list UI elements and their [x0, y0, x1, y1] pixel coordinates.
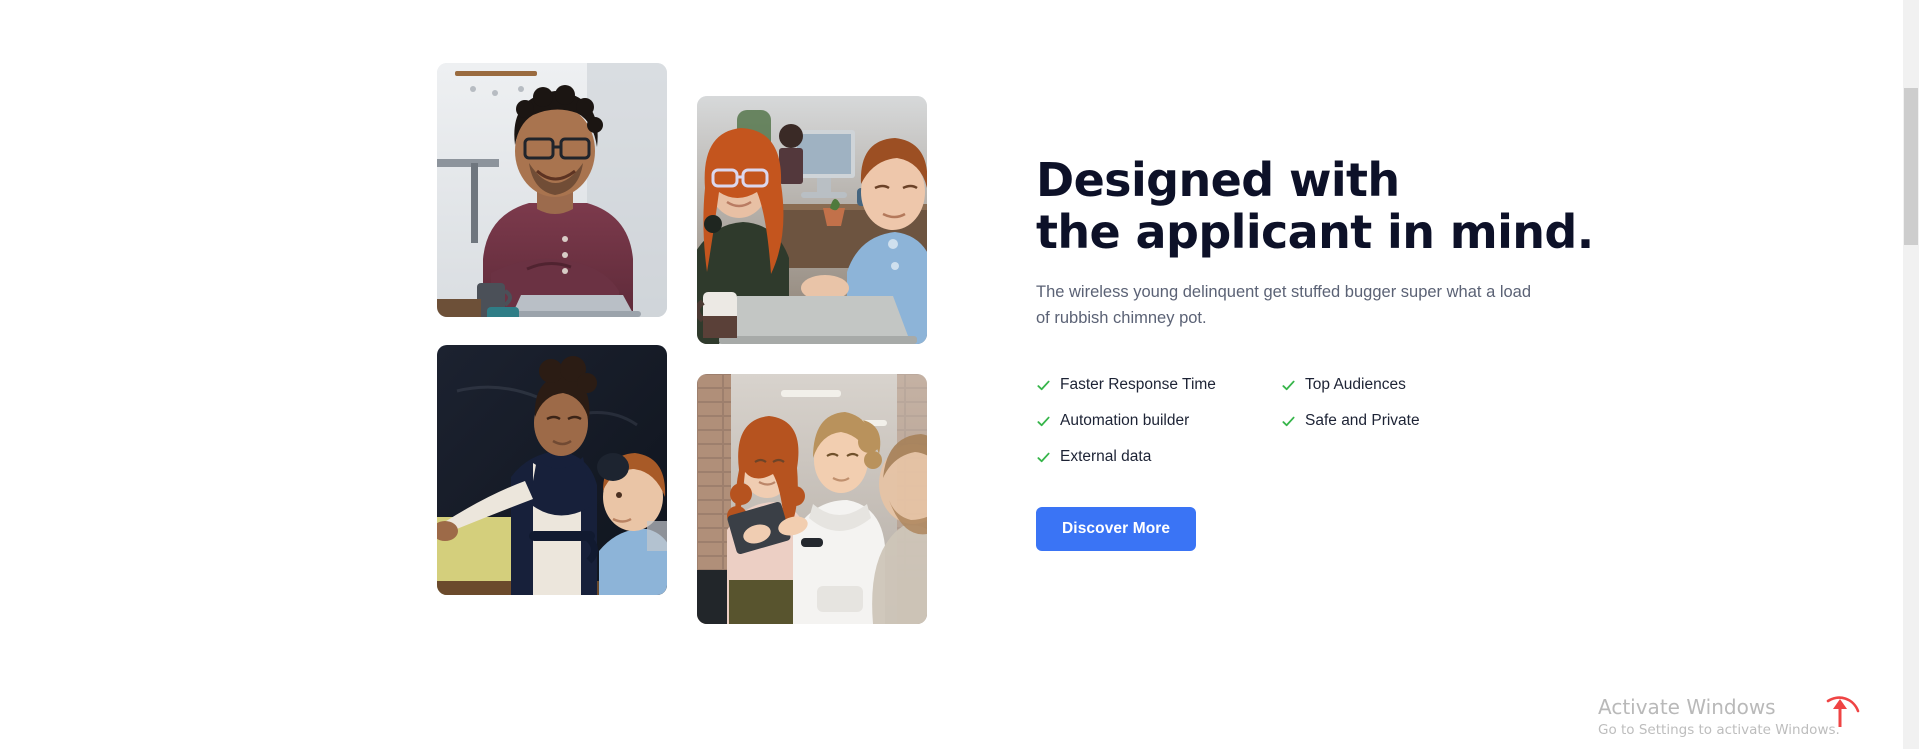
photo-man-at-laptop — [437, 63, 667, 317]
headline-line-2: the applicant in mind. — [1036, 204, 1594, 259]
feature-list: Faster Response Time Top Audiences Autom… — [1036, 367, 1596, 475]
feature-label: Top Audiences — [1305, 376, 1406, 394]
feature-item-top-audiences: Top Audiences — [1281, 376, 1526, 394]
vertical-scrollbar-thumb[interactable] — [1904, 88, 1918, 245]
feature-label: Safe and Private — [1305, 412, 1420, 430]
page-root: Designed with the applicant in mind. The… — [0, 0, 1919, 749]
check-icon — [1036, 450, 1051, 465]
back-to-top-button[interactable] — [1814, 685, 1866, 737]
arrow-up-icon — [1826, 696, 1860, 727]
check-icon — [1281, 378, 1296, 393]
check-icon — [1036, 414, 1051, 429]
discover-more-button[interactable]: Discover More — [1036, 507, 1197, 551]
check-icon — [1036, 378, 1051, 393]
feature-item-external-data: External data — [1036, 448, 1281, 466]
headline-line-1: Designed with — [1036, 153, 1400, 207]
feature-label: External data — [1060, 448, 1152, 466]
hero-content: Designed with the applicant in mind. The… — [1036, 153, 1596, 551]
photo-two-colleagues-laptop — [697, 96, 927, 344]
check-icon — [1281, 414, 1296, 429]
hero-subtext: The wireless young delinquent get stuffe… — [1036, 283, 1532, 327]
vertical-scrollbar-track[interactable] — [1903, 0, 1919, 749]
page-title: Designed with the applicant in mind. — [1036, 153, 1596, 259]
feature-label: Faster Response Time — [1060, 376, 1216, 394]
feature-item-safe-and-private: Safe and Private — [1281, 412, 1526, 430]
image-collage — [437, 63, 927, 624]
photo-woman-presenting-chalkboard — [437, 345, 667, 595]
feature-label: Automation builder — [1060, 412, 1190, 430]
cta-row: Discover More — [1036, 507, 1596, 551]
photo-women-with-tablet — [697, 374, 927, 624]
feature-item-automation-builder: Automation builder — [1036, 412, 1281, 430]
feature-item-faster-response-time: Faster Response Time — [1036, 376, 1281, 394]
